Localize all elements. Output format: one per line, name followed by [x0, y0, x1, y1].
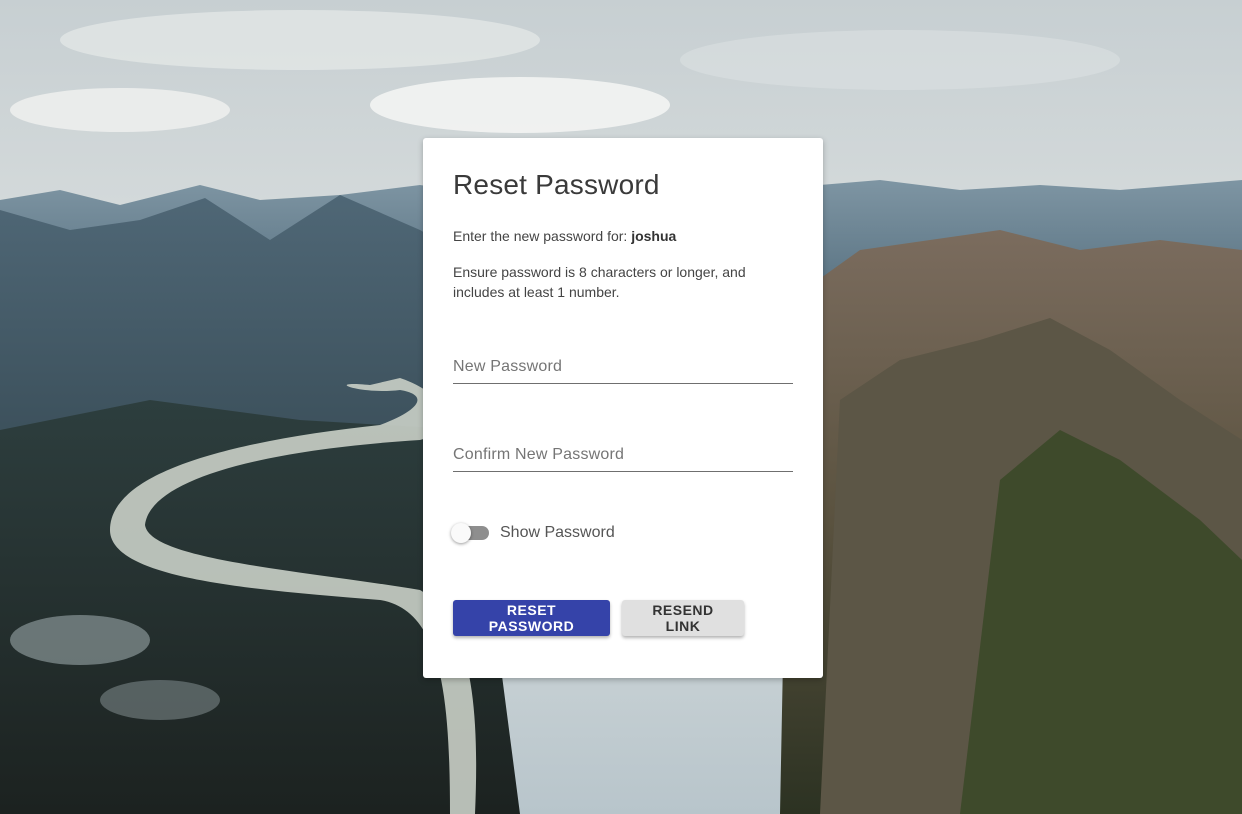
page-title: Reset Password: [453, 169, 660, 200]
new-password-field: [453, 351, 793, 384]
toggle-thumb: [451, 523, 471, 543]
password-requirements-text: Ensure password is 8 characters or longe…: [453, 264, 746, 300]
username: joshua: [631, 228, 677, 244]
show-password-toggle[interactable]: [451, 520, 489, 543]
confirm-password-input[interactable]: [453, 439, 793, 471]
reset-password-button[interactable]: Reset Password: [453, 600, 610, 636]
show-password-row: Show Password: [451, 518, 615, 543]
reset-password-card: Reset Password Enter the new password fo…: [423, 138, 823, 678]
new-password-input[interactable]: [453, 351, 793, 383]
confirm-password-field: [453, 439, 793, 472]
prompt-text: Enter the new password for: joshua: [453, 228, 676, 244]
show-password-label[interactable]: Show Password: [500, 518, 615, 542]
resend-link-button[interactable]: Resend Link: [622, 600, 744, 636]
prompt-label: Enter the new password for:: [453, 228, 632, 244]
